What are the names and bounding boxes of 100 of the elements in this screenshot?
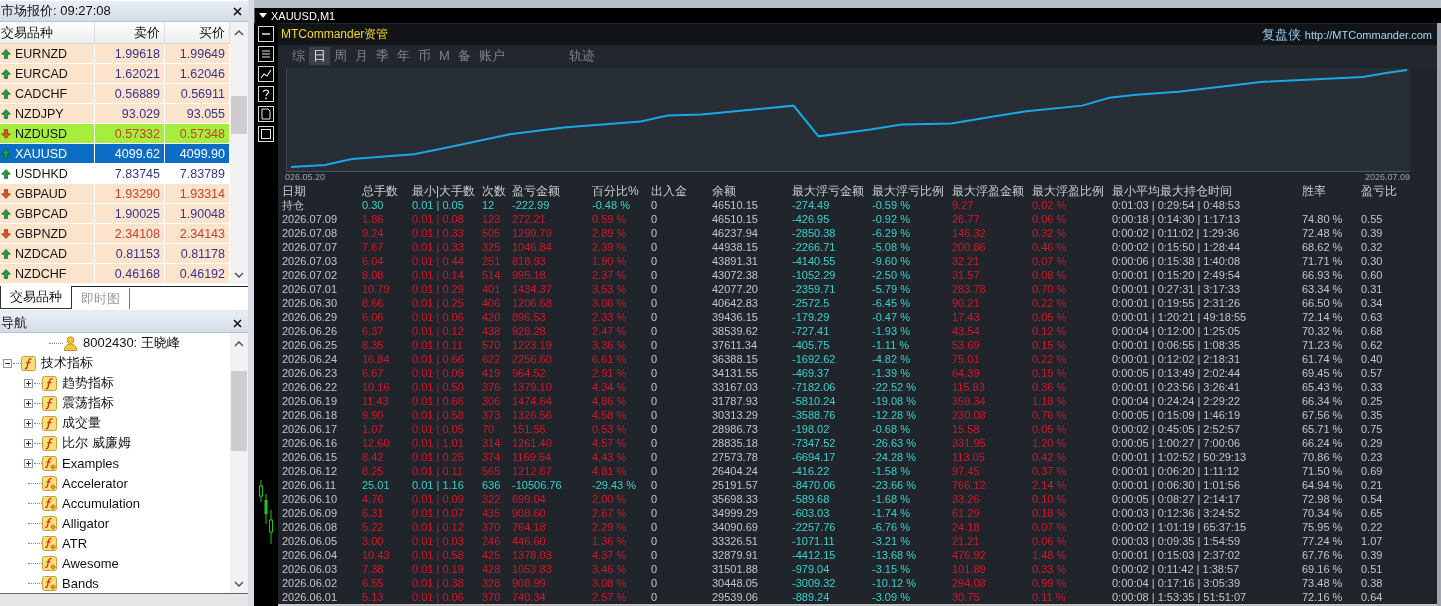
- scrollbar-thumb[interactable]: [231, 96, 247, 134]
- period-tab[interactable]: 币: [414, 47, 435, 65]
- chevron-down-icon[interactable]: [234, 581, 244, 587]
- lot-range-value: 0.01 | 0.14: [412, 268, 465, 282]
- tree-item[interactable]: 技术指标: [21, 354, 95, 372]
- quote-row[interactable]: CADCHF 0.56889 0.56911: [0, 84, 230, 104]
- tree-item[interactable]: Accelerator: [42, 475, 130, 491]
- period-tab[interactable]: 综: [288, 47, 309, 65]
- percent-value: 3.53 %: [592, 282, 628, 296]
- quote-row[interactable]: NZDUSD 0.57332 0.57348: [0, 124, 230, 144]
- period-tab[interactable]: 月: [351, 47, 372, 65]
- lot-range-value: 0.01 | 0.07: [412, 506, 465, 520]
- scrollbar[interactable]: [230, 333, 248, 593]
- lot-range-value: 0.01 | 0.12: [412, 324, 465, 338]
- profit-value: 1206.68: [512, 296, 553, 310]
- trade-count-value: 328: [482, 576, 502, 590]
- max-float-profit-ratio-value: 0.06 %: [1032, 534, 1068, 548]
- tree-item[interactable]: 震荡指标: [42, 394, 116, 412]
- tree-item[interactable]: Awesome: [42, 555, 121, 571]
- max-float-profit-ratio-value: 0.11 %: [1032, 590, 1067, 604]
- total-lots-value: 5.13: [362, 590, 385, 604]
- tree-item[interactable]: Bands: [42, 575, 101, 591]
- collapse-icon[interactable]: [3, 358, 12, 368]
- chevron-up-icon[interactable]: [234, 341, 244, 347]
- column-header[interactable]: 卖价: [95, 22, 165, 43]
- lot-range-value: 0.01 | 0.08: [412, 212, 465, 226]
- chart-icon[interactable]: [258, 66, 274, 82]
- list-icon[interactable]: [258, 46, 274, 62]
- quote-row[interactable]: GBPCAD 1.90025 1.90048: [0, 204, 230, 224]
- expand-icon[interactable]: [24, 398, 33, 408]
- max-float-loss-value: -4140.55: [792, 254, 837, 268]
- quote-row[interactable]: NZDJPY 93.029 93.055: [0, 104, 230, 124]
- ask-price: 1.62046: [179, 66, 225, 81]
- tree-item[interactable]: 趋势指标: [42, 374, 116, 392]
- scrollbar-thumb[interactable]: [231, 371, 247, 451]
- quote-row[interactable]: NZDCAD 0.81153 0.81178: [0, 244, 230, 264]
- percent-value: 2.47 %: [592, 324, 628, 338]
- expand-icon[interactable]: [24, 438, 33, 448]
- period-tab[interactable]: 日: [309, 47, 330, 65]
- percent-value: 4.37 %: [592, 548, 628, 562]
- max-float-profit-value: 75.01: [952, 352, 981, 366]
- help-icon[interactable]: [258, 86, 274, 102]
- symbol-name: EURCAD: [15, 66, 68, 81]
- tree-item[interactable]: 8002430: 王晓峰: [63, 334, 182, 352]
- win-rate-value: 67.56 %: [1302, 408, 1344, 422]
- max-float-profit-ratio-value: 1.48 %: [1032, 548, 1068, 562]
- window-icon[interactable]: [258, 126, 274, 142]
- quote-row[interactable]: GBPAUD 1.93290 1.93314: [0, 184, 230, 204]
- symbol-name: NZDUSD: [15, 126, 68, 141]
- quote-row[interactable]: XAUUSD 4099.62 4099.90: [0, 144, 230, 164]
- deposit-value: 0: [651, 212, 659, 226]
- period-tab[interactable]: 轨迹: [564, 47, 599, 65]
- quote-row[interactable]: EURNZD 1.99618 1.99649: [0, 44, 230, 64]
- close-icon[interactable]: [233, 6, 242, 16]
- period-tab[interactable]: 账户: [474, 47, 509, 65]
- period-tab[interactable]: 季: [372, 47, 393, 65]
- row-label: 2026.06.26: [282, 324, 339, 338]
- max-float-profit-value: 15.58: [952, 422, 981, 436]
- max-float-loss-value: -179.29: [792, 310, 831, 324]
- caret-icon[interactable]: [259, 13, 267, 18]
- total-lots-value: 0.30: [362, 198, 385, 212]
- site-link[interactable]: http://MTCommander.com: [1304, 28, 1432, 41]
- total-lots-value: 1.07: [362, 422, 385, 436]
- scrollbar[interactable]: [230, 22, 248, 284]
- quote-row[interactable]: EURCAD 1.62021 1.62046: [0, 64, 230, 84]
- chevron-up-icon[interactable]: [234, 30, 244, 36]
- document-icon[interactable]: [258, 106, 274, 122]
- total-lots-value: 12.60: [362, 436, 391, 450]
- max-float-profit-ratio-value: 1.20 %: [1032, 436, 1068, 450]
- trade-count-value: 373: [482, 408, 502, 422]
- max-float-profit-ratio-value: 0.42 %: [1032, 450, 1068, 464]
- period-tab[interactable]: 备: [453, 47, 475, 65]
- expand-icon[interactable]: [24, 458, 33, 468]
- profit-value: 1378.03: [512, 548, 553, 562]
- tree-item[interactable]: ATR: [42, 535, 90, 551]
- column-header[interactable]: 交易品种: [0, 22, 95, 43]
- holding-time-value: 0:00:01 | 0:06:55 | 1:08:35: [1112, 338, 1242, 352]
- expand-icon[interactable]: [24, 378, 33, 388]
- tree-item[interactable]: 成交量: [42, 414, 103, 432]
- max-float-loss-ratio-value: -1.68 %: [872, 492, 911, 506]
- quote-row[interactable]: GBPNZD 2.34108 2.34143: [0, 224, 230, 244]
- period-tab[interactable]: 周: [330, 47, 351, 65]
- max-float-loss-ratio-value: -5.08 %: [872, 240, 911, 254]
- expand-icon[interactable]: [24, 418, 33, 428]
- function-icon: [42, 395, 57, 411]
- deposit-value: 0: [651, 282, 659, 296]
- chevron-down-icon[interactable]: [234, 272, 244, 278]
- panel-tab[interactable]: 交易品种: [0, 286, 72, 309]
- tree-item[interactable]: Accumulation: [42, 495, 143, 511]
- period-tab[interactable]: M: [435, 47, 454, 65]
- balance-value: 25191.57: [712, 478, 759, 492]
- tree-item[interactable]: Examples: [42, 455, 122, 471]
- quote-row[interactable]: NZDCHF 0.46168 0.46192: [0, 264, 230, 284]
- tree-item[interactable]: 比尔 威廉姆: [42, 434, 133, 452]
- minimize-icon[interactable]: [258, 26, 274, 42]
- close-icon[interactable]: [233, 318, 242, 328]
- bid-price: 1.62021: [114, 66, 160, 81]
- tree-item[interactable]: Alligator: [42, 515, 111, 531]
- deposit-value: 0: [651, 338, 659, 352]
- period-tab[interactable]: 年: [393, 47, 414, 65]
